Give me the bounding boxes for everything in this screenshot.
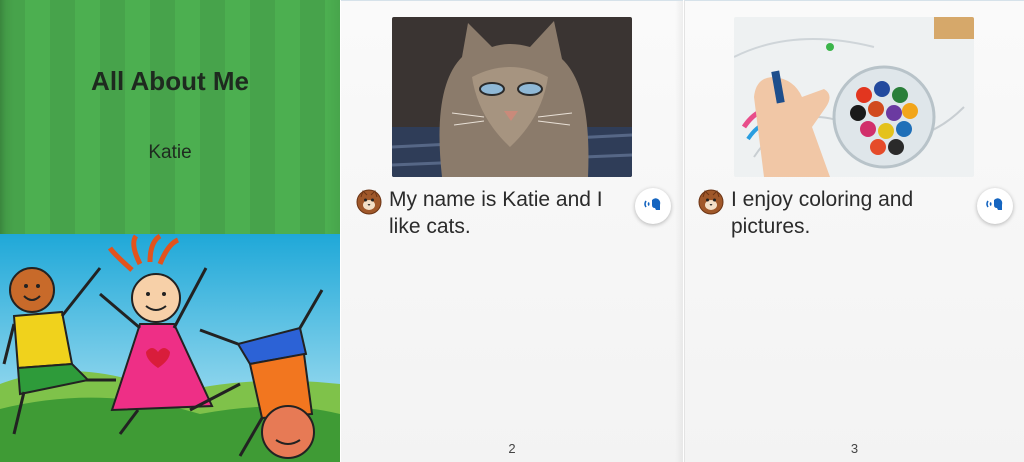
tabby-cat-photo: [392, 17, 632, 177]
cat-avatar-icon: [356, 189, 382, 215]
story-page-3: I enjoy coloring and pictures. 3: [684, 0, 1024, 462]
page-number: 3: [850, 441, 859, 456]
page-number: 2: [508, 441, 516, 456]
story-page-2: My name is Katie and I like cats. 2: [341, 0, 683, 462]
story-text: My name is Katie and I like cats.: [389, 188, 603, 238]
story-text: I enjoy coloring and pictures.: [731, 188, 914, 238]
cover-illustration: [0, 233, 340, 462]
cover-title-panel: All About Me Katie: [0, 0, 340, 234]
play-audio-button[interactable]: [977, 188, 1013, 224]
speaker-audio-icon: [643, 196, 663, 217]
play-audio-button[interactable]: [635, 188, 671, 224]
book-cover: All About Me Katie: [0, 0, 340, 462]
crayons-coloring-photo: [734, 17, 974, 177]
cat-avatar-icon: [698, 189, 724, 215]
book-title: All About Me: [91, 66, 249, 96]
book-author: Katie: [148, 142, 192, 163]
speaker-audio-icon: [985, 196, 1005, 217]
